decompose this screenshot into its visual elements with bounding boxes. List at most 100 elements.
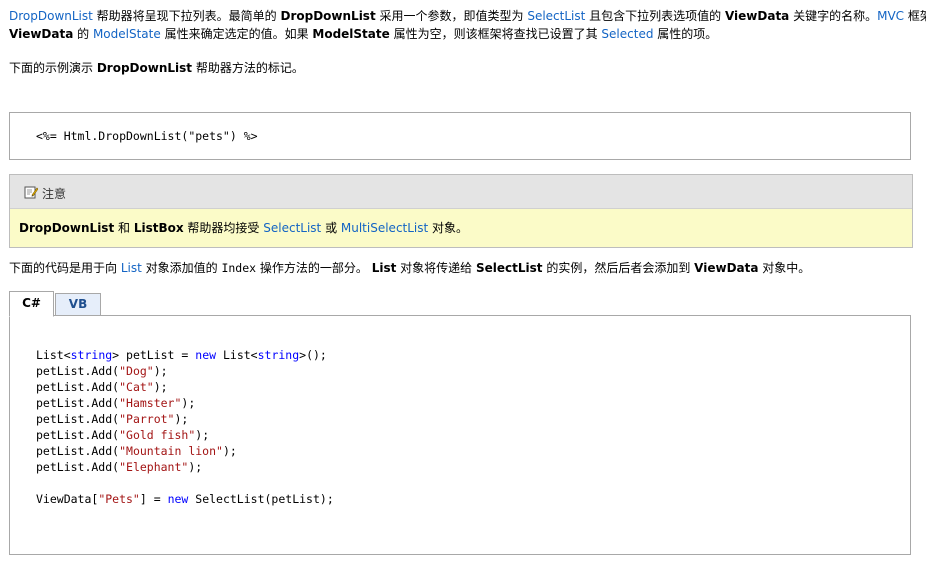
code-string-literal: "Dog" [119, 364, 154, 378]
note-text-text: 帮助器均接受 [183, 221, 264, 235]
code-keyword: string [70, 348, 113, 362]
markup-code-block: <%= Html.DropDownList("pets") %> [9, 112, 911, 160]
intro-paragraph-line-1-text: 关键字的名称。 [789, 9, 878, 23]
intro-paragraph-line-2: ViewData 的 ModelState 属性来确定选定的值。如果 Model… [9, 25, 717, 43]
code-string-literal: "Parrot" [119, 412, 175, 426]
note-text-bold-term: DropDownList [19, 221, 115, 235]
code-text: ViewData[ [36, 492, 99, 506]
code-text: ); [153, 364, 168, 378]
intro-paragraph-line-2-text: 属性为空，则该框架将查找已设置了其 [389, 27, 602, 41]
code-line: petList.Add("Hamster"); [36, 395, 334, 411]
code-text: List< [216, 348, 258, 362]
code-text: ); [195, 428, 210, 442]
code-intro-paragraph-text: 对象中。 [758, 261, 811, 275]
code-text: petList.Add( [36, 412, 120, 426]
intro-paragraph-line-2-text: 的 [73, 27, 93, 41]
code-text: petList.Add( [36, 380, 120, 394]
tab-csharp[interactable]: C# [9, 291, 54, 317]
code-text: ); [153, 380, 168, 394]
language-tabs: C# VB [9, 291, 209, 317]
code-string-literal: "Cat" [119, 380, 154, 394]
code-line: List<string> petList = new List<string>(… [36, 347, 334, 363]
code-line: petList.Add("Cat"); [36, 379, 334, 395]
intro-paragraph-line-1-link[interactable]: SelectList [527, 9, 585, 23]
code-string-literal: "Elephant" [119, 460, 189, 474]
code-intro-paragraph-text: 的实例，然后后者会添加到 [542, 261, 695, 275]
intro-paragraph-line-2-link[interactable]: Selected [601, 27, 653, 41]
code-text: ); [174, 412, 189, 426]
code-text: SelectList(petList); [188, 492, 334, 506]
code-intro-paragraph-text: 下面的代码是用于向 [9, 261, 121, 275]
note-text-bold-term: ListBox [133, 221, 184, 235]
note-text: DropDownList 和 ListBox 帮助器均接受 SelectList… [19, 219, 468, 237]
intro-paragraph-line-1-bold-term: DropDownList [280, 9, 376, 23]
example-intro-paragraph-text: 帮助器方法的标记。 [192, 61, 304, 75]
note-callout: 注意 DropDownList 和 ListBox 帮助器均接受 SelectL… [9, 174, 913, 248]
note-header: 注意 [10, 175, 912, 209]
code-line: petList.Add("Elephant"); [36, 459, 334, 475]
code-intro-paragraph-text: 对象添加值的 [141, 261, 222, 275]
code-text: ] = [139, 492, 168, 506]
code-text: ); [181, 396, 196, 410]
code-line: petList.Add("Mountain lion"); [36, 443, 334, 459]
intro-paragraph-line-2-bold-term: ViewData [9, 27, 74, 41]
note-text-text: 或 [321, 221, 341, 235]
intro-paragraph-line-1-link[interactable]: DropDownList [9, 9, 93, 23]
note-text-text: 对象。 [428, 221, 469, 235]
note-body: DropDownList 和 ListBox 帮助器均接受 SelectList… [10, 209, 912, 247]
code-intro-paragraph-text: 操作方法的一部分。 [256, 261, 372, 275]
code-line: petList.Add("Gold fish"); [36, 427, 334, 443]
example-intro-paragraph-text: 下面的示例演示 [9, 61, 97, 75]
intro-paragraph-line-1-text: 帮助器将呈现下拉列表。最简单的 [92, 9, 281, 23]
csharp-code-block: List<string> petList = new List<string>(… [9, 315, 911, 555]
code-keyword: new [195, 348, 217, 362]
intro-paragraph-line-1: DropDownList 帮助器将呈现下拉列表。最简单的 DropDownLis… [9, 7, 926, 25]
intro-paragraph-line-2-link[interactable]: ModelState [93, 27, 161, 41]
note-text-link[interactable]: SelectList [263, 221, 321, 235]
code-keyword: new [167, 492, 189, 506]
intro-paragraph-line-1-text: 框架使用 [907, 9, 926, 23]
tab-vb[interactable]: VB [55, 293, 101, 316]
code-text: petList.Add( [36, 444, 120, 458]
code-text: >(); [299, 348, 327, 362]
code-text: ); [188, 460, 203, 474]
code-string-literal: "Hamster" [119, 396, 182, 410]
code-intro-paragraph-bold-term: SelectList [476, 261, 543, 275]
code-string-literal: "Pets" [98, 492, 140, 506]
code-string-literal: "Gold fish" [119, 428, 196, 442]
intro-paragraph-line-2-text: 属性来确定选定的值。如果 [160, 27, 313, 41]
code-text: petList.Add( [36, 428, 120, 442]
markup-code-text: <%= Html.DropDownList("pets") %> [36, 129, 258, 143]
code-line: ViewData["Pets"] = new SelectList(petLis… [36, 491, 334, 507]
intro-paragraph-line-1-link[interactable]: MVC [877, 9, 904, 23]
code-text: > petList = [112, 348, 196, 362]
code-text: petList.Add( [36, 396, 120, 410]
code-string-literal: "Mountain lion" [119, 444, 223, 458]
code-keyword: string [257, 348, 300, 362]
code-line: petList.Add("Parrot"); [36, 411, 334, 427]
code-intro-paragraph: 下面的代码是用于向 List 对象添加值的 Index 操作方法的一部分。 Li… [9, 259, 810, 277]
intro-paragraph-line-1-bold-term: ViewData [724, 9, 790, 23]
example-intro-paragraph: 下面的示例演示 DropDownList 帮助器方法的标记。 [9, 59, 304, 77]
intro-paragraph-line-1-text: 采用一个参数，即值类型为 [375, 9, 528, 23]
note-title: 注意 [42, 187, 67, 201]
intro-paragraph-line-2-bold-term: ModelState [312, 27, 390, 41]
intro-paragraph-line-2-text: 属性的项。 [653, 27, 718, 41]
code-text: ); [222, 444, 237, 458]
note-pencil-icon [24, 185, 39, 199]
intro-paragraph-line-1-text: 且包含下拉列表选项值的 [585, 9, 725, 23]
note-text-text: 和 [114, 221, 134, 235]
code-intro-paragraph-code-term: Index [221, 261, 257, 275]
code-intro-paragraph-text: 对象将传递给 [396, 261, 476, 275]
code-intro-paragraph-bold-term: ViewData [694, 261, 759, 275]
code-intro-paragraph-link[interactable]: List [121, 261, 142, 275]
code-text: petList.Add( [36, 364, 120, 378]
example-intro-paragraph-bold-term: DropDownList [96, 61, 193, 75]
code-line: petList.Add("Dog"); [36, 363, 334, 379]
csharp-code-text: List<string> petList = new List<string>(… [36, 347, 334, 507]
code-text: petList.Add( [36, 460, 120, 474]
note-text-link[interactable]: MultiSelectList [341, 221, 428, 235]
code-text: List< [36, 348, 71, 362]
code-intro-paragraph-bold-term: List [371, 261, 397, 275]
